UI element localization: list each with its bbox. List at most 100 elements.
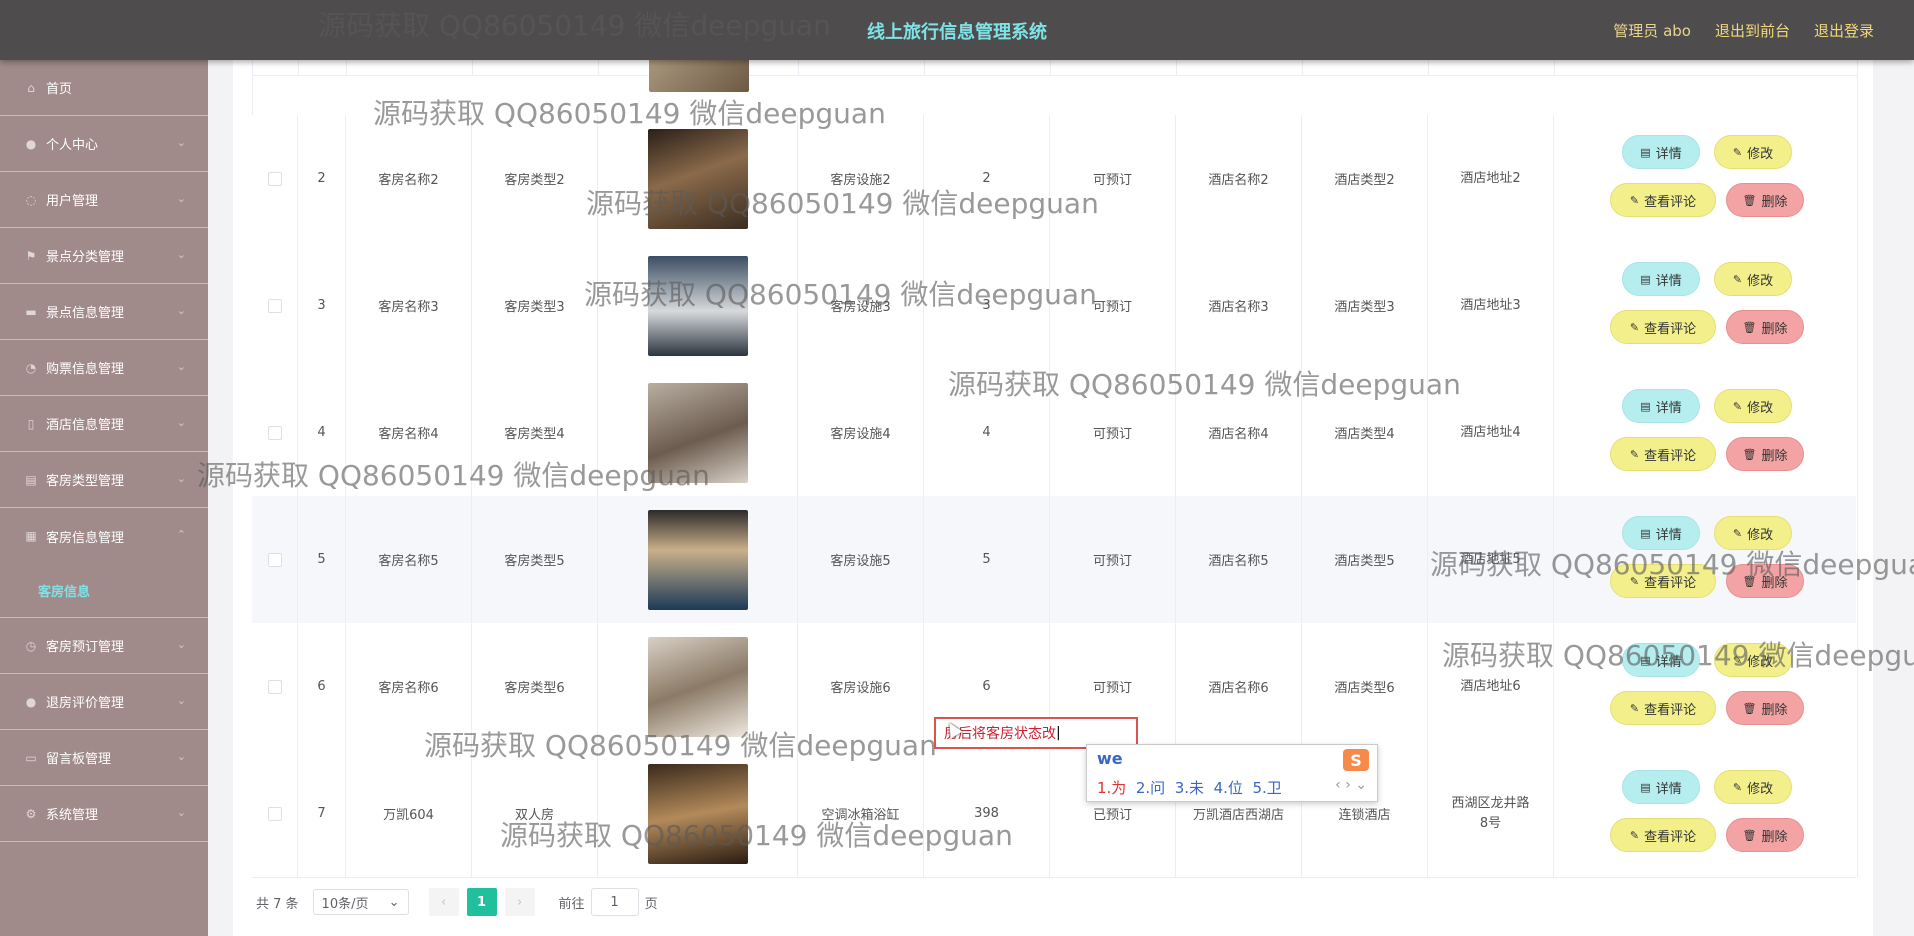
row-checkbox[interactable] bbox=[267, 806, 282, 821]
ime-candidate[interactable]: 1.为 bbox=[1097, 779, 1126, 797]
cell-text: 客房设施2 bbox=[830, 173, 891, 188]
sidebar-item-home[interactable]: ⌂ 首页 bbox=[0, 60, 208, 116]
sidebar: ⌂ 首页 ● 个人中心 ⌄ ◌ 用户管理 ⌄ ⚑ 景点分类管理 ⌄ ▬ 景点信息管理 ⌄ ◔ 购票信… bbox=[0, 60, 208, 936]
edit-button[interactable]: ✎ 修改 bbox=[1714, 516, 1792, 550]
row-checkbox[interactable] bbox=[267, 679, 282, 694]
cell-address: 酒店地址5 bbox=[1428, 496, 1554, 623]
edit-icon: ✎ bbox=[1629, 320, 1640, 334]
logout-link[interactable]: 退出登录 bbox=[1814, 20, 1874, 41]
delete-button[interactable]: 🗑 删除 bbox=[1726, 818, 1804, 852]
ime-candidate[interactable]: 3.未 bbox=[1175, 779, 1204, 797]
sidebar-item-personal[interactable]: ● 个人中心 ⌄ bbox=[0, 116, 208, 172]
chevron-down-icon: ⌄ bbox=[176, 416, 186, 429]
cell-price: 398 bbox=[924, 750, 1050, 877]
prev-page-button[interactable]: ‹ bbox=[428, 888, 459, 916]
ime-page-arrows[interactable]: ‹ › ⌄ bbox=[1335, 777, 1367, 793]
sidebar-item-rooms[interactable]: ▦ 客房信息管理 ⌃ bbox=[0, 508, 208, 564]
ime-candidate[interactable]: 2.问 bbox=[1136, 779, 1165, 797]
document-icon: ▤ bbox=[1640, 399, 1651, 413]
sidebar-item-checkout-reviews[interactable]: ● 退房评价管理 ⌄ bbox=[0, 674, 208, 730]
cell-text: 酒店类型3 bbox=[1334, 300, 1395, 315]
edit-button[interactable]: ✎ 修改 bbox=[1714, 770, 1792, 804]
delete-button[interactable]: 🗑 删除 bbox=[1726, 437, 1804, 471]
page-size-select[interactable]: 10条/页 ⌄ bbox=[312, 889, 409, 915]
row-checkbox[interactable] bbox=[267, 425, 282, 440]
view-comments-button[interactable]: ✎ 查看评论 bbox=[1610, 310, 1716, 344]
button-label: 详情 bbox=[1655, 527, 1682, 543]
cell-address: 西湖区龙井路8号 bbox=[1428, 750, 1554, 877]
edit-button[interactable]: ✎ 修改 bbox=[1714, 135, 1792, 169]
trash-icon: 🗑 bbox=[1742, 320, 1757, 334]
cell-id: 6 bbox=[298, 623, 346, 750]
document-icon: ▤ bbox=[1640, 272, 1651, 286]
detail-button[interactable]: ▤ 详情 bbox=[1622, 262, 1700, 296]
page-number-current[interactable]: 1 bbox=[466, 888, 497, 916]
cell-text: 可预订 bbox=[1092, 554, 1132, 569]
detail-button[interactable]: ▤ 详情 bbox=[1622, 770, 1700, 804]
sidebar-subitem-room-info[interactable]: 客房信息 bbox=[0, 564, 208, 618]
cell-text: 酒店地址3 bbox=[1460, 297, 1521, 313]
table-row: 5 客房名称5 客房类型5 客房设施5 5 可预订 酒店名称5 酒店类型5 酒店地址5 ▤ 详情 ✎ 修… bbox=[252, 496, 1856, 624]
view-comments-button[interactable]: ✎ 查看评论 bbox=[1610, 691, 1716, 725]
sidebar-item-system[interactable]: ⚙ 系统管理 ⌄ bbox=[0, 786, 208, 842]
row-checkbox[interactable] bbox=[267, 171, 282, 186]
sidebar-item-hotels[interactable]: ▯ 酒店信息管理 ⌄ bbox=[0, 396, 208, 452]
edit-button[interactable]: ✎ 修改 bbox=[1714, 389, 1792, 423]
view-comments-button[interactable]: ✎ 查看评论 bbox=[1610, 437, 1716, 471]
cell-facility: 客房设施4 bbox=[798, 369, 924, 496]
table-row: 2 客房名称2 客房类型2 客房设施2 2 可预订 酒店名称2 酒店类型2 酒店地址2 ▤ 详情 ✎ 修… bbox=[252, 115, 1856, 243]
cell-text: 客房设施4 bbox=[830, 427, 891, 442]
sidebar-item-scenic-category[interactable]: ⚑ 景点分类管理 ⌄ bbox=[0, 228, 208, 284]
view-comments-button[interactable]: ✎ 查看评论 bbox=[1610, 183, 1716, 217]
select-cell bbox=[252, 623, 298, 750]
sidebar-item-room-types[interactable]: ▤ 客房类型管理 ⌄ bbox=[0, 452, 208, 508]
detail-button[interactable]: ▤ 详情 bbox=[1622, 643, 1700, 677]
sidebar-item-tickets[interactable]: ◔ 购票信息管理 ⌄ bbox=[0, 340, 208, 396]
detail-button[interactable]: ▤ 详情 bbox=[1622, 516, 1700, 550]
cell-text: 酒店名称2 bbox=[1208, 173, 1269, 188]
detail-button[interactable]: ▤ 详情 bbox=[1622, 135, 1700, 169]
detail-button[interactable]: ▤ 详情 bbox=[1622, 389, 1700, 423]
chevron-down-icon: ⌄ bbox=[176, 192, 186, 205]
chevron-up-icon: ⌃ bbox=[176, 528, 186, 541]
cell-status: 可预订 bbox=[1050, 242, 1176, 369]
cell-hotel-type: 酒店类型6 bbox=[1302, 623, 1428, 750]
cell-text: 2 bbox=[982, 171, 991, 186]
edit-button[interactable]: ✎ 修改 bbox=[1714, 262, 1792, 296]
delete-button[interactable]: 🗑 删除 bbox=[1726, 564, 1804, 598]
row-checkbox[interactable] bbox=[267, 298, 282, 313]
next-page-button[interactable]: › bbox=[504, 888, 535, 916]
message-icon: ▬ bbox=[25, 304, 37, 319]
sidebar-item-bookings[interactable]: ◷ 客房预订管理 ⌄ bbox=[0, 618, 208, 674]
cell-text: 万凯酒店西湖店 bbox=[1192, 808, 1284, 823]
edit-button[interactable]: ✎ 修改 bbox=[1714, 643, 1792, 677]
chevron-down-icon: ⌄ bbox=[176, 360, 186, 373]
sidebar-item-users[interactable]: ◌ 用户管理 ⌄ bbox=[0, 172, 208, 228]
delete-button[interactable]: 🗑 删除 bbox=[1726, 691, 1804, 725]
sidebar-item-scenic-info[interactable]: ▬ 景点信息管理 ⌄ bbox=[0, 284, 208, 340]
delete-button[interactable]: 🗑 删除 bbox=[1726, 183, 1804, 217]
view-comments-button[interactable]: ✎ 查看评论 bbox=[1610, 564, 1716, 598]
goto-page-input[interactable]: 1 bbox=[590, 888, 639, 916]
row-checkbox[interactable] bbox=[267, 552, 282, 567]
exit-to-front-link[interactable]: 退出到前台 bbox=[1715, 20, 1790, 41]
ime-candidate[interactable]: 5.卫 bbox=[1252, 779, 1281, 797]
cell-hotel-type: 酒店类型5 bbox=[1302, 496, 1428, 623]
cell-text: 4 bbox=[317, 425, 326, 440]
button-label: 详情 bbox=[1655, 273, 1682, 289]
ime-candidate[interactable]: 4.位 bbox=[1214, 779, 1243, 797]
cell-type: 客房类型4 bbox=[472, 369, 598, 496]
cell-text: 3 bbox=[982, 298, 991, 313]
page-unit-label: 页 bbox=[644, 896, 658, 912]
cell-price: 2 bbox=[924, 115, 1050, 242]
select-cell bbox=[252, 242, 298, 369]
chevron-down-icon: ⌄ bbox=[176, 304, 186, 317]
edit-icon: ✎ bbox=[1732, 653, 1743, 667]
chevron-down-icon: ⌄ bbox=[176, 750, 186, 763]
view-comments-button[interactable]: ✎ 查看评论 bbox=[1610, 818, 1716, 852]
sidebar-item-messages[interactable]: ▭ 留言板管理 ⌄ bbox=[0, 730, 208, 786]
button-label: 删除 bbox=[1761, 448, 1788, 464]
cell-text: 客房设施5 bbox=[830, 554, 891, 569]
delete-button[interactable]: 🗑 删除 bbox=[1726, 310, 1804, 344]
cell-text: 西湖区龙井路8号 bbox=[1451, 795, 1530, 831]
